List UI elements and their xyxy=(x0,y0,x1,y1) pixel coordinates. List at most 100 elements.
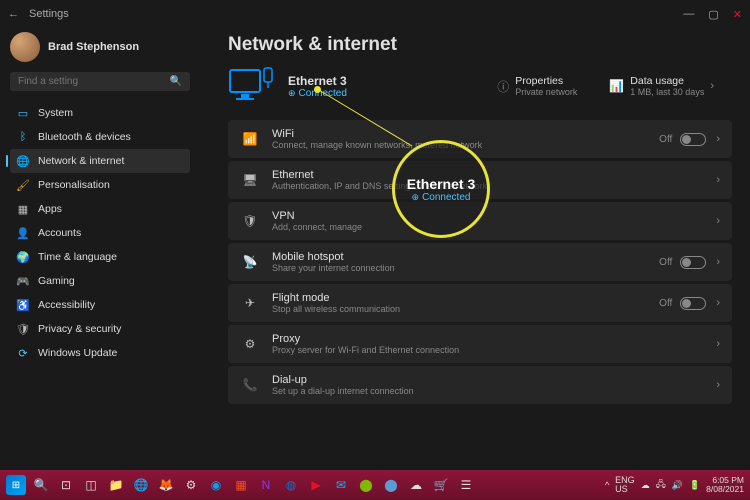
info-icon: ⓘ xyxy=(497,78,509,95)
tray-volume-icon[interactable]: 🔊 xyxy=(672,480,683,491)
chevron-right-icon: › xyxy=(716,297,720,309)
nav-label: Bluetooth & devices xyxy=(38,131,131,143)
maximize-button[interactable]: ▢ xyxy=(708,8,718,21)
close-button[interactable]: ✕ xyxy=(733,8,742,21)
sidebar-item-bluetooth-devices[interactable]: ᛒBluetooth & devices xyxy=(10,125,190,149)
app-icon[interactable]: ▦ xyxy=(231,475,251,495)
row-sub: Add, connect, manage xyxy=(272,222,716,232)
firefox-icon[interactable]: 🦊 xyxy=(156,475,176,495)
search-taskbar-icon[interactable]: 🔍 xyxy=(31,475,51,495)
nav-label: Network & internet xyxy=(38,155,124,167)
data-icon: 📊 xyxy=(609,79,624,93)
settings-icon[interactable]: ⚙ xyxy=(181,475,201,495)
row-wifi[interactable]: 📶WiFiConnect, manage known networks, met… xyxy=(228,120,732,158)
avatar xyxy=(10,32,40,62)
row-icon: ⚙ xyxy=(240,337,260,351)
app-icon[interactable]: ⬤ xyxy=(356,475,376,495)
tray-network-icon[interactable]: 🖧 xyxy=(656,477,666,493)
app-icon[interactable]: ✉ xyxy=(331,475,351,495)
nav-icon: 🛡 xyxy=(16,322,30,336)
row-title: Mobile hotspot xyxy=(272,251,659,263)
app-icon[interactable]: 🛒 xyxy=(431,475,451,495)
search-icon: 🔍 xyxy=(170,76,182,87)
toggle-switch[interactable] xyxy=(680,133,706,146)
back-button[interactable]: ← xyxy=(8,8,19,20)
toggle-switch[interactable] xyxy=(680,256,706,269)
app-icon[interactable]: ▶ xyxy=(306,475,326,495)
edge-icon[interactable]: 🌐 xyxy=(131,475,151,495)
explorer-icon[interactable]: 📁 xyxy=(106,475,126,495)
nav-label: Windows Update xyxy=(38,347,117,359)
sidebar-item-gaming[interactable]: 🎮Gaming xyxy=(10,269,190,293)
row-icon: ✈ xyxy=(240,296,260,310)
chevron-right-icon: › xyxy=(716,174,720,186)
main-content: Network & internet Ethernet 3 Connected … xyxy=(200,28,750,470)
nav-label: Time & language xyxy=(38,251,117,263)
connection-status: Connected xyxy=(288,88,347,99)
row-vpn[interactable]: 🛡VPNAdd, connect, manage› xyxy=(228,202,732,240)
properties-card[interactable]: ⓘ Properties Private network xyxy=(497,75,577,97)
tray-battery-icon[interactable]: 🔋 xyxy=(689,480,700,491)
row-sub: Stop all wireless communication xyxy=(272,304,659,314)
row-sub: Set up a dial-up internet connection xyxy=(272,386,716,396)
sidebar-item-network-internet[interactable]: 🌐 Network & internet xyxy=(10,149,190,173)
sidebar-item-windows-update[interactable]: ⟳ Windows Update xyxy=(10,341,190,365)
tray-cloud-icon[interactable]: ☁ xyxy=(641,480,650,491)
taskbar[interactable]: ⊞ 🔍 ⊡ ◫ 📁 🌐 🦊 ⚙ ◉ ▦ N ◍ ▶ ✉ ⬤ ⬤ ☁ 🛒 ☰ ^ … xyxy=(0,470,750,500)
app-icon[interactable]: ☁ xyxy=(406,475,426,495)
tray-lang[interactable]: ENG US xyxy=(615,476,635,494)
sidebar-item-apps[interactable]: ▦ Apps xyxy=(10,197,190,221)
sidebar-item-time-language[interactable]: 🌍Time & language xyxy=(10,245,190,269)
row-title: VPN xyxy=(272,210,716,222)
sidebar-item-personalisation[interactable]: 🖌 Personalisation xyxy=(10,173,190,197)
monitor-icon xyxy=(228,66,274,106)
row-ethernet[interactable]: 🖥EthernetAuthentication, IP and DNS sett… xyxy=(228,161,732,199)
chevron-right-icon: › xyxy=(716,133,720,145)
row-dial-up[interactable]: 📞 Dial-upSet up a dial-up internet connec… xyxy=(228,366,732,404)
widgets-icon[interactable]: ◫ xyxy=(81,475,101,495)
minimize-button[interactable]: — xyxy=(683,8,694,21)
row-proxy[interactable]: ⚙ProxyProxy server for Wi-Fi and Etherne… xyxy=(228,325,732,363)
app-icon[interactable]: N xyxy=(256,475,276,495)
app-icon[interactable]: ⬤ xyxy=(381,475,401,495)
nav-icon: ⟳ xyxy=(16,346,30,360)
search-box[interactable]: 🔍 xyxy=(10,72,190,91)
sidebar-item-system[interactable]: ▭System xyxy=(10,101,190,125)
toggle-switch[interactable] xyxy=(680,297,706,310)
nav-icon: ♿ xyxy=(16,298,30,312)
row-flight-mode[interactable]: ✈Flight modeStop all wireless communicat… xyxy=(228,284,732,322)
app-icon[interactable]: ◍ xyxy=(281,475,301,495)
tray-chevron-icon[interactable]: ^ xyxy=(605,480,609,490)
nav-icon: ▦ xyxy=(16,202,30,216)
row-title: Dial-up xyxy=(272,374,716,386)
nav-icon: 🌐 xyxy=(16,154,30,168)
connection-summary[interactable]: Ethernet 3 Connected xyxy=(288,74,347,99)
connection-name: Ethernet 3 xyxy=(288,74,347,88)
window-title: Settings xyxy=(29,8,683,20)
nav-label: Apps xyxy=(38,203,62,215)
app-icon[interactable]: ◉ xyxy=(206,475,226,495)
nav-icon: 🎮 xyxy=(16,274,30,288)
start-button[interactable]: ⊞ xyxy=(6,475,26,495)
search-input[interactable] xyxy=(18,76,170,87)
nav-label: Personalisation xyxy=(38,179,110,191)
toggle-state: Off xyxy=(659,298,672,309)
row-sub: Connect, manage known networks, metered … xyxy=(272,140,659,150)
chevron-right-icon: › xyxy=(710,80,714,92)
row-icon: 📞 xyxy=(240,378,260,392)
data-usage-card[interactable]: 📊 Data usage 1 MB, last 30 days › xyxy=(609,75,714,97)
nav-label: Accounts xyxy=(38,227,81,239)
user-profile[interactable]: Brad Stephenson xyxy=(10,32,190,62)
row-title: Ethernet xyxy=(272,169,716,181)
row-icon: 🖥 xyxy=(240,173,260,187)
tray-clock[interactable]: 6:05 PM 8/08/2021 xyxy=(706,476,744,495)
row-mobile-hotspot[interactable]: 📡Mobile hotspotShare your internet conne… xyxy=(228,243,732,281)
sidebar-item-privacy-security[interactable]: 🛡Privacy & security xyxy=(10,317,190,341)
chevron-right-icon: › xyxy=(716,379,720,391)
sidebar-item-accounts[interactable]: 👤Accounts xyxy=(10,221,190,245)
task-view-icon[interactable]: ⊡ xyxy=(56,475,76,495)
row-title: WiFi xyxy=(272,128,659,140)
nav-icon: 🖌 xyxy=(16,178,30,192)
app-icon[interactable]: ☰ xyxy=(456,475,476,495)
sidebar-item-accessibility[interactable]: ♿Accessibility xyxy=(10,293,190,317)
